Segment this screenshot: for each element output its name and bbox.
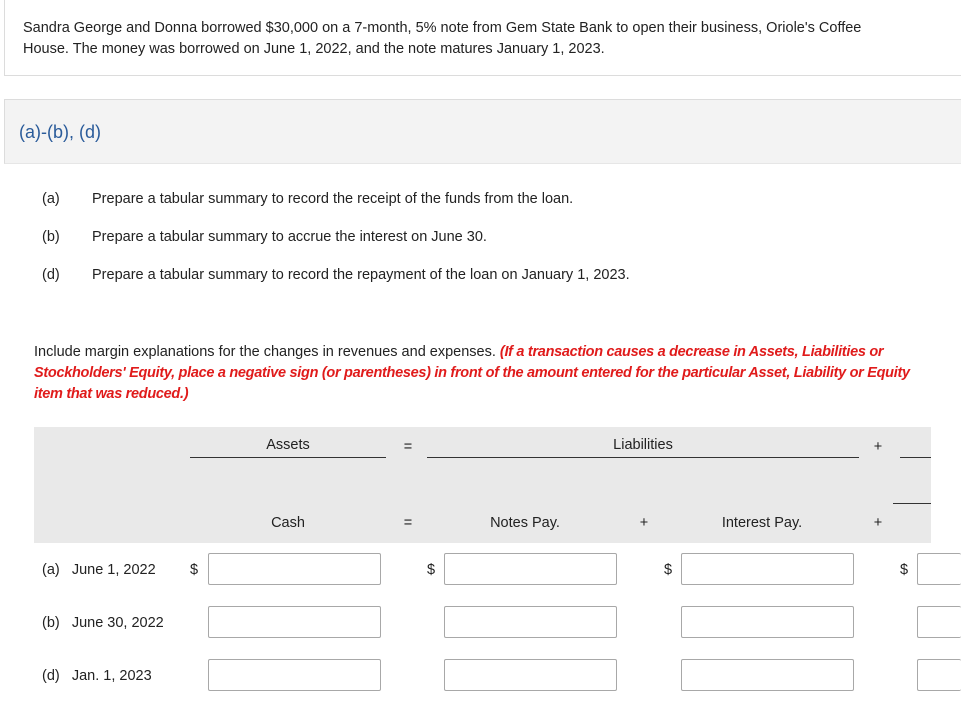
- notes-pay-dollar-sign: $: [427, 562, 436, 578]
- interest-pay-dollar-sign: $: [664, 562, 673, 578]
- problem-text: Sandra George and Donna borrowed $30,000…: [23, 18, 943, 60]
- liabilities-underline: [427, 457, 859, 458]
- interest-pay-input-d[interactable]: [681, 659, 854, 691]
- row-date: Jan. 1, 2023: [71, 668, 152, 684]
- task-text: Prepare a tabular summary to record the …: [92, 267, 630, 283]
- row-date: June 30, 2022: [71, 615, 164, 631]
- task-text: Prepare a tabular summary to record the …: [92, 191, 574, 207]
- equals-sign-top: =: [403, 439, 413, 455]
- row-letter: (b): [42, 615, 60, 631]
- instructions: Include margin explanations for the chan…: [34, 342, 924, 405]
- equals-sign: =: [403, 515, 413, 531]
- notes-pay-input-d[interactable]: [444, 659, 617, 691]
- interest-pay-input-a[interactable]: [681, 553, 854, 585]
- interest-pay-input-b[interactable]: [681, 606, 854, 638]
- row-letter: (d): [42, 668, 60, 684]
- task-letter: (d): [42, 267, 60, 283]
- row-label-b: (b) June 30, 2022: [42, 615, 164, 631]
- problem-line-2: House. The money was borrowed on June 1,…: [23, 41, 605, 57]
- cash-input-b[interactable]: [208, 606, 381, 638]
- task-letter: (b): [42, 229, 60, 245]
- part-header: (a)-(b), (d): [4, 99, 961, 164]
- equity-underline-mid: [893, 503, 931, 504]
- problem-statement: Sandra George and Donna borrowed $30,000…: [4, 0, 961, 76]
- liabilities-group-label: Liabilities: [613, 437, 673, 453]
- row-label-a: (a) June 1, 2022: [42, 562, 156, 578]
- cash-input-d[interactable]: [208, 659, 381, 691]
- interest-pay-column-header: Interest Pay.: [721, 515, 803, 531]
- cash-column-header: Cash: [271, 515, 305, 531]
- plus-sign-top: +: [873, 439, 883, 455]
- instructions-text: Include margin explanations for the chan…: [34, 344, 500, 360]
- cash-input-a[interactable]: [208, 553, 381, 585]
- cash-dollar-sign: $: [190, 562, 199, 578]
- row-label-d: (d) Jan. 1, 2023: [42, 668, 152, 684]
- problem-line-1: Sandra George and Donna borrowed $30,000…: [23, 20, 862, 36]
- task-text: Prepare a tabular summary to accrue the …: [92, 229, 487, 245]
- plus-sign: +: [639, 515, 649, 531]
- plus-sign: +: [873, 515, 883, 531]
- assets-underline: [190, 457, 386, 458]
- part-title: (a)-(b), (d): [19, 122, 101, 142]
- equity-dollar-sign: $: [900, 562, 909, 578]
- row-letter: (a): [42, 562, 60, 578]
- notes-pay-column-header: Notes Pay.: [490, 515, 560, 531]
- task-letter: (a): [42, 191, 60, 207]
- equity-input-a[interactable]: [917, 553, 961, 585]
- assets-group-label: Assets: [266, 437, 310, 453]
- row-date: June 1, 2022: [71, 562, 156, 578]
- notes-pay-input-b[interactable]: [444, 606, 617, 638]
- notes-pay-input-a[interactable]: [444, 553, 617, 585]
- equity-input-d[interactable]: [917, 659, 961, 691]
- equity-underline-top: [900, 457, 931, 458]
- equity-input-b[interactable]: [917, 606, 961, 638]
